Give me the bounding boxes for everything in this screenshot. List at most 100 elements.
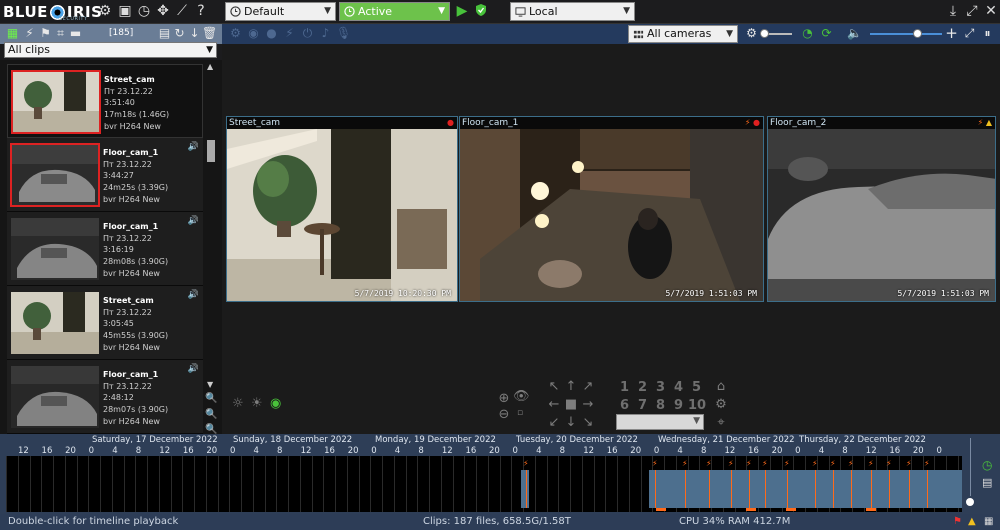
ptz-up-icon[interactable]: ↑ <box>564 380 578 394</box>
ptz-right-icon[interactable]: → <box>581 398 595 412</box>
preset-button[interactable]: 6 <box>620 398 629 413</box>
calendar-icon[interactable]: ▤ <box>982 476 992 489</box>
scrollbar-thumb[interactable] <box>207 140 215 162</box>
cycle-icon[interactable]: ⟳ <box>819 26 834 41</box>
play-icon[interactable]: ▶ <box>454 3 470 19</box>
add-icon[interactable]: + <box>944 26 959 41</box>
location-icon[interactable]: ⌖ <box>714 416 728 430</box>
ptz-toggle-icon[interactable]: ◉ <box>270 396 281 411</box>
timeline[interactable]: Saturday, 17 December 2022 Sunday, 18 Dec… <box>0 434 1000 514</box>
eye-icon[interactable]: 👁 <box>513 390 530 404</box>
schedule-dropdown[interactable]: Active ▼ <box>339 2 450 21</box>
preset-button[interactable]: 8 <box>656 398 665 413</box>
ptz-down-right-icon[interactable]: ↘ <box>581 416 595 430</box>
ptz-left-icon[interactable]: ← <box>547 398 561 412</box>
ptz-down-left-icon[interactable]: ↙ <box>547 416 561 430</box>
profile-dropdown[interactable]: Default ▼ <box>225 2 336 21</box>
focus-icon[interactable]: ▫ <box>513 406 527 420</box>
gear-icon[interactable]: ⚙ <box>744 26 759 41</box>
volume-slider[interactable] <box>870 33 942 35</box>
preset-button[interactable]: 10 <box>688 398 706 413</box>
camera-tile-street-cam[interactable]: Street_cam ● 5/7/2019 10:20:30 PM <box>226 116 458 302</box>
ptz-up-left-icon[interactable]: ↖ <box>547 380 561 394</box>
preset-button[interactable]: 2 <box>638 380 647 395</box>
clip-item[interactable]: 🔊 Floor_cam_1 Пт 23.12.22 2:48:12 28m07s… <box>7 360 203 434</box>
zoom-in-icon[interactable]: 🔍 <box>205 393 217 404</box>
download-icon[interactable]: ⤓ <box>945 3 961 19</box>
clip-item[interactable]: 🔊 Floor_cam_1 Пт 23.12.22 3:16:19 28m08s… <box>7 212 203 286</box>
volume-icon[interactable]: 🔈 <box>847 26 862 41</box>
zoom-out-icon[interactable]: ⊖ <box>497 408 511 422</box>
folder-icon[interactable]: ▬ <box>68 26 83 41</box>
ptz-config-icon[interactable]: ⚙ <box>714 398 728 412</box>
alerts-icon[interactable]: ⚡ <box>22 26 37 41</box>
timeline-event-icon[interactable]: ⚡ <box>523 459 529 468</box>
alert-list-icon[interactable]: ▦ <box>984 514 993 530</box>
timeline-event-icon[interactable]: ⚡ <box>784 459 790 468</box>
timeline-event-icon[interactable]: ⚡ <box>812 459 818 468</box>
clips-icon[interactable]: ▦ <box>5 26 20 41</box>
volume-slider-thumb[interactable] <box>913 29 922 38</box>
zoom-fit-icon[interactable]: 🔍 <box>205 424 217 434</box>
refresh-icon[interactable]: ↻ <box>172 26 187 41</box>
timeline-recording-segment[interactable] <box>649 470 962 508</box>
shield-icon[interactable] <box>473 3 489 19</box>
preset-button[interactable]: 9 <box>674 398 683 413</box>
ptz-up-right-icon[interactable]: ↗ <box>581 380 595 394</box>
timeline-event-icon[interactable]: ⚡ <box>682 459 688 468</box>
scroll-down-arrow[interactable]: ▼ <box>207 380 213 389</box>
help-icon[interactable]: ? <box>193 3 209 19</box>
camera-tile-floor-cam-2[interactable]: Floor_cam_2 ⚡ ▲ 5/7/2019 1:51:03 PM <box>767 116 996 302</box>
timeline-event-icon[interactable]: ⚡ <box>886 459 892 468</box>
preset-button[interactable]: 1 <box>620 380 629 395</box>
ptz-home-icon[interactable]: ■ <box>564 398 578 412</box>
clock-icon[interactable]: ◷ <box>136 3 152 19</box>
camera-tile-floor-cam-1[interactable]: Floor_cam_1 ⚡ ● 5/7/2019 1:51:03 PM <box>459 116 764 302</box>
scroll-up-arrow[interactable]: ▲ <box>207 62 213 71</box>
pause-icon[interactable]: ⏸ <box>980 26 995 41</box>
calendar-icon[interactable]: ▤ <box>157 26 172 41</box>
server-dropdown[interactable]: Local ▼ <box>510 2 635 21</box>
gear-icon[interactable]: ⚙ <box>97 3 113 19</box>
timeline-event-icon[interactable]: ⚡ <box>848 459 854 468</box>
preset-button[interactable]: 5 <box>692 380 701 395</box>
crop-icon[interactable]: ⌗ <box>53 26 68 41</box>
chart-icon[interactable]: ⟋ <box>174 3 190 19</box>
timeline-recording-segment[interactable] <box>521 470 529 508</box>
preset-button[interactable]: 4 <box>674 380 683 395</box>
preset-button[interactable]: 3 <box>656 380 665 395</box>
timeline-zoom-thumb[interactable] <box>964 496 976 508</box>
timeline-event-icon[interactable]: ⚡ <box>652 459 658 468</box>
close-icon[interactable]: ✕ <box>983 3 999 19</box>
trash-icon[interactable]: 🗑 <box>202 26 217 41</box>
flag-icon[interactable]: ⚑ <box>38 26 53 41</box>
clip-item[interactable]: Street_cam Пт 23.12.22 3:51:40 17m18s (1… <box>7 64 203 138</box>
timeline-event-icon[interactable]: ⚡ <box>762 459 768 468</box>
timer-icon[interactable]: ◔ <box>800 26 815 41</box>
camera-group-dropdown[interactable]: All cameras ▼ <box>628 25 738 43</box>
expand-icon[interactable]: ⤢ <box>964 3 980 19</box>
home-icon[interactable]: ⌂ <box>714 380 728 394</box>
timeline-event-icon[interactable]: ⚡ <box>746 459 752 468</box>
fullscreen-icon[interactable]: ⤢ <box>962 26 977 41</box>
timeline-event-icon[interactable]: ⚡ <box>868 459 874 468</box>
timeline-event-icon[interactable]: ⚡ <box>728 459 734 468</box>
clock-icon[interactable]: ◷ <box>982 458 992 472</box>
arrow-down-icon[interactable]: ↓ <box>187 26 202 41</box>
timeline-event-icon[interactable]: ⚡ <box>830 459 836 468</box>
brightness-up-icon[interactable]: ☀ <box>251 396 263 411</box>
preset-button[interactable]: 7 <box>638 398 647 413</box>
clip-filter-dropdown[interactable]: All clips ▼ <box>4 42 217 58</box>
brightness-down-icon[interactable]: ☼ <box>232 396 244 411</box>
zoom-out-icon[interactable]: 🔍 <box>205 409 217 420</box>
timeline-track[interactable]: ⚡ ⚡ ⚡ ⚡ ⚡ ⚡ ⚡ ⚡ ⚡ ⚡ ⚡ ⚡ ⚡ ⚡ ⚡ <box>6 456 962 512</box>
timeline-event-icon[interactable]: ⚡ <box>706 459 712 468</box>
move-icon[interactable]: ✥ <box>155 3 171 19</box>
zoom-in-icon[interactable]: ⊕ <box>497 392 511 406</box>
clip-item[interactable]: 🔊 Street_cam Пт 23.12.22 3:05:45 45m55s … <box>7 286 203 360</box>
clip-item[interactable]: 🔊 Floor_cam_1 Пт 23.12.22 3:44:27 24m25s… <box>7 138 203 212</box>
ptz-down-icon[interactable]: ↓ <box>564 416 578 430</box>
brightness-slider-thumb[interactable] <box>760 29 769 38</box>
warning-icon[interactable]: ▲ <box>968 514 976 530</box>
timeline-event-icon[interactable]: ⚡ <box>924 459 930 468</box>
